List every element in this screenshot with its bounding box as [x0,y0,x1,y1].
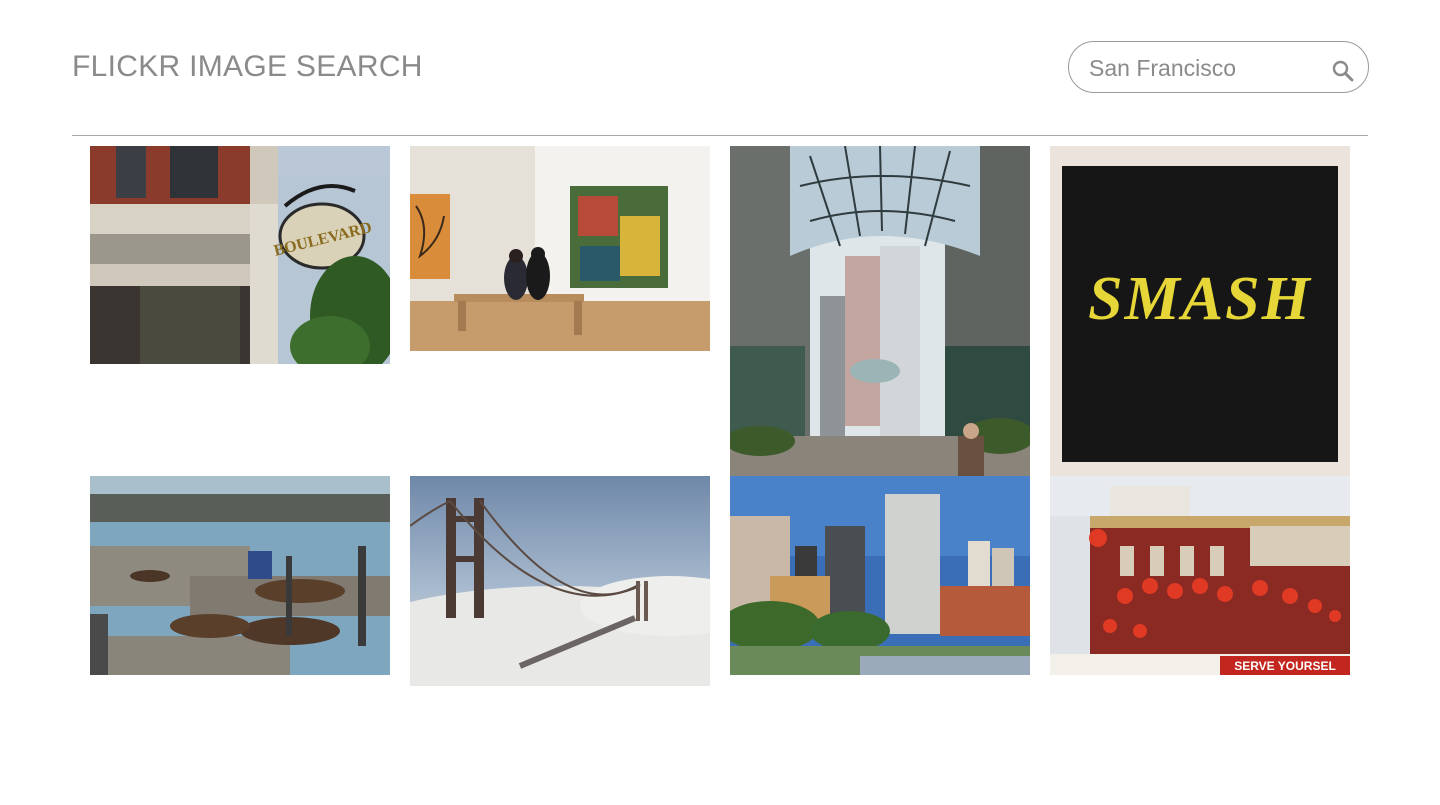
photo-boulevard-restaurant[interactable]: BOULEVARD [90,146,390,364]
chinatown-sign-text: SERVE YOURSEL [1234,659,1336,673]
photo-downtown-skyline[interactable] [730,476,1030,675]
photo-chinatown-lanterns[interactable]: SERVE YOURSEL [1050,476,1350,675]
photo-smash-painting[interactable]: SMASH [1050,146,1350,476]
search-input[interactable] [1089,52,1319,84]
photo-glass-arcade-street[interactable] [730,146,1030,476]
photo-museum-gallery-visitors[interactable] [410,146,710,351]
header-divider [72,135,1368,136]
photo-golden-gate-bridge-fog[interactable] [410,476,710,686]
photo-pier-39-sea-lions[interactable] [90,476,390,675]
header: FLICKR IMAGE SEARCH [0,0,1440,136]
search-icon[interactable] [1331,59,1355,83]
app: FLICKR IMAGE SEARCH San Francisco BOULEV… [0,0,1440,805]
page-title: FLICKR IMAGE SEARCH [72,50,423,83]
smash-text: SMASH [1088,265,1312,333]
search-box[interactable] [1068,41,1369,93]
